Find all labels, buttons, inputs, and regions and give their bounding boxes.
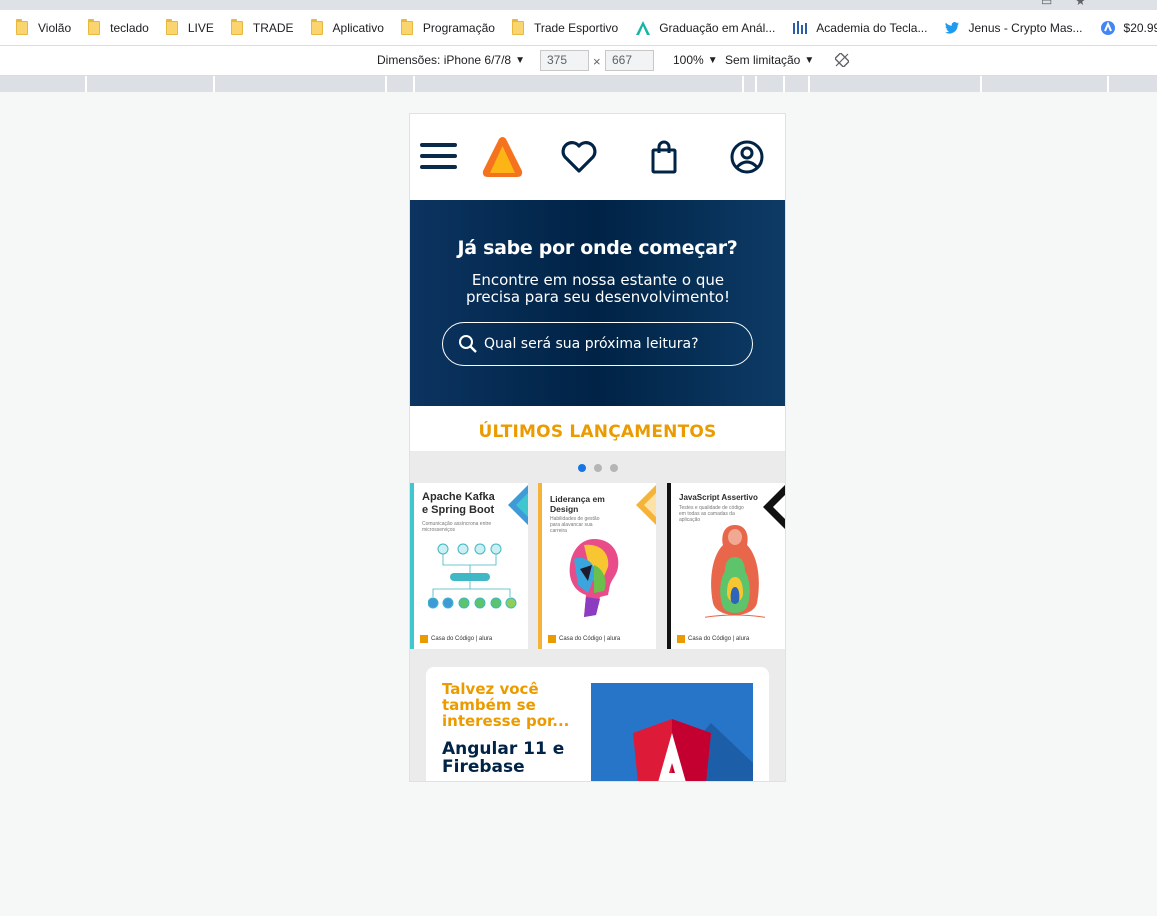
bookmark-folder-trade[interactable]: TRADE <box>230 18 294 35</box>
carousel-dot[interactable] <box>594 464 602 472</box>
suggestion-book-title: Angular 11 e Firebase <box>442 739 565 777</box>
carousel-dots <box>578 464 618 472</box>
bookmarks-bar: Violão teclado LIVE TRADE Aplicativo Pro… <box>0 10 1157 46</box>
folder-icon <box>400 18 413 35</box>
caret-down-icon: ▼ <box>707 54 718 66</box>
bookmark-folder-live[interactable]: LIVE <box>165 18 214 35</box>
kafka-diagram-graphic <box>428 543 517 609</box>
section-title: ÚLTIMOS LANÇAMENTOS <box>410 406 785 451</box>
hero-title: Já sabe por onde começar? <box>457 237 738 259</box>
book-corner-graphic <box>636 485 656 525</box>
casa-do-codigo-logo <box>677 635 685 643</box>
book-card[interactable]: Liderança em Design Habilidades de gestão… <box>538 483 656 649</box>
book-publisher: Casa do Código | alura <box>420 635 492 643</box>
logo-icon[interactable] <box>482 136 523 178</box>
bookmark-ads[interactable]: $20.99 Sh <box>1100 20 1157 36</box>
book-subtitle: Comunicação assíncrona entre microsservi… <box>422 521 492 533</box>
google-ads-icon <box>1100 20 1115 35</box>
book-publisher: Casa do Código | alura <box>548 635 620 643</box>
search-input[interactable] <box>484 336 724 352</box>
book-title: JavaScript Assertivo <box>679 493 758 502</box>
browser-top-strip: ▭ ★ <box>0 0 1157 10</box>
site-header <box>410 114 785 200</box>
alura-icon <box>636 20 651 35</box>
dimension-separator: × <box>593 54 601 69</box>
folder-icon <box>165 18 178 35</box>
bookmark-academia-teclado[interactable]: Academia do Tecla... <box>792 20 927 36</box>
user-icon[interactable] <box>728 138 766 176</box>
book-corner-graphic <box>763 485 785 529</box>
zoom-dropdown[interactable]: 100% ▼ <box>673 53 718 67</box>
device-dimensions-dropdown[interactable]: Dimensões: iPhone 6/7/8 ▼ <box>377 53 525 67</box>
angular-logo-icon <box>633 719 753 781</box>
device-width-input[interactable]: 375 <box>540 50 589 71</box>
suggestion-heading: Talvez você também se interesse por... <box>442 680 570 730</box>
folder-icon <box>310 18 323 35</box>
bookmark-folder-programacao[interactable]: Programação <box>400 18 495 35</box>
caret-down-icon: ▼ <box>515 54 525 66</box>
book-title: Liderança em Design <box>550 494 605 514</box>
window-icon[interactable]: ▭ <box>1041 0 1052 8</box>
folder-icon <box>511 18 524 35</box>
carousel-dot[interactable] <box>610 464 618 472</box>
hero-subtitle: Encontre em nossa estante o que precisa … <box>466 271 730 306</box>
media-query-ruler <box>0 76 1157 92</box>
star-icon[interactable]: ★ <box>1075 0 1086 8</box>
bookmark-graduacao[interactable]: Graduação em Anál... <box>635 20 775 36</box>
bookmark-folder-trade-esportivo[interactable]: Trade Esportivo <box>511 18 618 35</box>
device-viewport: Já sabe por onde começar? Encontre em no… <box>409 113 786 782</box>
books-carousel: Apache Kafka e Spring Boot Comunicação as… <box>410 451 785 781</box>
search-box[interactable] <box>442 322 753 366</box>
caret-down-icon: ▼ <box>804 54 815 66</box>
suggestion-book-cover <box>591 683 753 781</box>
book-title: Apache Kafka e Spring Boot <box>422 491 495 516</box>
bars-icon <box>793 20 808 34</box>
twitter-icon <box>945 21 960 34</box>
folder-icon <box>16 18 28 35</box>
bookmark-folder-violao[interactable]: Violão <box>16 18 71 35</box>
colorful-head-graphic <box>569 539 619 617</box>
matryoshka-graphic <box>705 525 765 618</box>
folder-icon <box>88 18 101 35</box>
book-subtitle: Habilidades de gestão para alavancar sua… <box>550 516 600 534</box>
heart-icon[interactable] <box>560 138 598 176</box>
book-card[interactable]: JavaScript Assertivo Testes e qualidade … <box>667 483 785 649</box>
menu-icon[interactable] <box>420 143 457 169</box>
bookmark-folder-aplicativo[interactable]: Aplicativo <box>310 18 384 35</box>
device-height-input[interactable]: 667 <box>605 50 654 71</box>
casa-do-codigo-logo <box>420 635 428 643</box>
bookmark-folder-teclado[interactable]: teclado <box>88 18 149 35</box>
hero-banner: Já sabe por onde começar? Encontre em no… <box>410 200 785 406</box>
shopping-bag-icon[interactable] <box>645 138 683 176</box>
book-corner-graphic <box>508 485 528 525</box>
suggestion-card[interactable]: Talvez você também se interesse por... A… <box>426 667 769 781</box>
search-icon <box>459 335 477 353</box>
book-card[interactable]: Apache Kafka e Spring Boot Comunicação as… <box>410 483 528 649</box>
casa-do-codigo-logo <box>548 635 556 643</box>
book-list: Apache Kafka e Spring Boot Comunicação as… <box>410 483 785 649</box>
throttle-dropdown[interactable]: Sem limitação ▼ <box>725 53 814 67</box>
rotate-icon[interactable] <box>835 53 849 67</box>
bookmark-jenus[interactable]: Jenus - Crypto Mas... <box>944 20 1083 36</box>
book-publisher: Casa do Código | alura <box>677 635 749 643</box>
carousel-dot[interactable] <box>578 464 586 472</box>
folder-icon <box>230 18 243 35</box>
book-subtitle: Testes e qualidade de código em todas as… <box>679 505 744 523</box>
device-toolbar: Dimensões: iPhone 6/7/8 ▼ 375 × 667 100% ▼… <box>0 46 1157 76</box>
